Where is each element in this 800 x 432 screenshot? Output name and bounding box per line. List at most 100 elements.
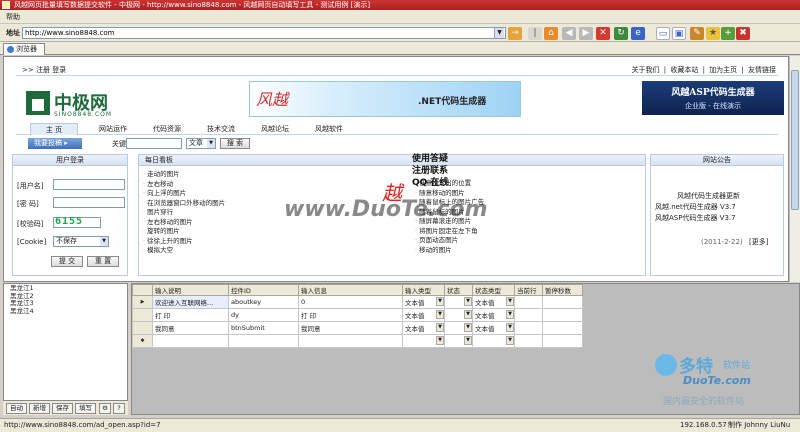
list-item[interactable]: 左右移动的图片 (143, 218, 225, 228)
col-desc[interactable]: 输入说明 (152, 284, 229, 296)
password-input[interactable] (53, 197, 125, 208)
list-item[interactable]: 移动的图片 (415, 246, 484, 256)
address-input[interactable] (22, 27, 506, 39)
ie-icon[interactable]: e (631, 27, 645, 40)
cell[interactable] (514, 321, 543, 335)
table-row[interactable]: 打 印 dy 打 印 文本值 ▼ ▼ 文本值 ▼ (132, 308, 583, 322)
cell[interactable]: 打 印 (152, 308, 229, 322)
list-item[interactable]: 左右移动 (143, 180, 225, 190)
nav-tech[interactable]: 技术交流 (194, 123, 248, 135)
cell-select[interactable]: ▼ (402, 334, 445, 348)
menu-help[interactable]: 帮助 (6, 13, 20, 21)
cell[interactable] (514, 308, 543, 322)
cookie-select[interactable]: 不保存 ▼ (53, 236, 109, 247)
cell[interactable] (514, 295, 543, 309)
cell[interactable]: dy (228, 308, 299, 322)
link-friends[interactable]: 友情链接 (748, 66, 776, 74)
nav-code[interactable]: 代码资源 (140, 123, 194, 135)
save-button[interactable]: 保存 (52, 403, 73, 414)
stop-icon[interactable]: ✕ (596, 27, 610, 40)
search-button[interactable]: 搜 索 (220, 138, 250, 149)
list-item[interactable]: 在浏览器窗口外移动的图片 (143, 199, 225, 209)
tools-icon[interactable]: ✎ (690, 27, 704, 40)
col-pause[interactable]: 暂停秒数 (542, 284, 583, 296)
address-dropdown-icon[interactable]: ▼ (494, 28, 504, 38)
list-item[interactable]: 模拟大空 (143, 246, 225, 256)
cell[interactable]: aboutkey (228, 295, 299, 309)
cell-select[interactable]: ▼ (444, 295, 473, 309)
tree-item[interactable]: 黑龙江4 (10, 307, 34, 316)
tab-browser[interactable]: 浏览器 (3, 43, 45, 55)
cell-select[interactable]: ▼ (444, 321, 473, 335)
notice-more-link[interactable]: [更多] (749, 237, 768, 248)
cell-select[interactable]: 文本值 ▼ (472, 308, 515, 322)
window-icon[interactable]: ▭ (656, 27, 670, 40)
col-current-row[interactable]: 当前行 (514, 284, 543, 296)
cell-select[interactable]: 文本值 ▼ (472, 321, 515, 335)
nav-forum[interactable]: 风越论坛 (248, 123, 302, 135)
list-item[interactable]: 向上浮的图片 (143, 189, 225, 199)
promo-floating[interactable]: 使用答疑 注册联系 QQ 在线 (412, 153, 448, 189)
list-item[interactable]: 图片穿行 (143, 208, 225, 218)
go-icon[interactable]: → (508, 27, 522, 40)
nav-operation[interactable]: 网站运作 (86, 123, 140, 135)
search-type-select[interactable]: 文章 ▼ (186, 138, 216, 149)
auto-button[interactable]: 自动 (6, 403, 27, 414)
notice-line-2[interactable]: 风越ASP代码生成器 V3.7 (655, 213, 736, 224)
nav-software[interactable]: 风越软件 (302, 123, 356, 135)
forward-icon[interactable]: ▶ (579, 27, 593, 40)
cell-select[interactable]: ▼ (444, 334, 473, 348)
register-login-links[interactable]: >> 注册 登录 (22, 65, 66, 75)
cell[interactable]: 我同意 (298, 321, 403, 335)
favorites-icon[interactable]: ★ (706, 27, 720, 40)
login-reset-button[interactable]: 重 置 (87, 256, 119, 267)
cell[interactable]: 打 印 (298, 308, 403, 322)
fill-button[interactable]: 填写 (75, 403, 96, 414)
cell[interactable] (514, 334, 543, 348)
settings-icon[interactable]: ⚙ (99, 403, 111, 414)
table-row-new[interactable]: ✱ ▼ ▼ ▼ (132, 334, 583, 348)
col-state[interactable]: 状态 (444, 284, 473, 296)
cell[interactable]: 欢迎进入互联网络... (152, 295, 229, 309)
notice-title[interactable]: 风越代码生成器更新 (677, 191, 740, 202)
table-row[interactable]: ▶ 欢迎进入互联网络... aboutkey 0 文本值 ▼ ▼ 文本值 ▼ (132, 295, 583, 309)
back-icon[interactable]: ◀ (562, 27, 576, 40)
cell[interactable] (542, 321, 583, 335)
cell-select[interactable]: 文本值 ▼ (402, 321, 445, 335)
login-submit-button[interactable]: 提 交 (51, 256, 83, 267)
col-input-info[interactable]: 输入信息 (298, 284, 403, 296)
help-icon[interactable]: ? (113, 403, 125, 414)
cell[interactable]: 0 (298, 295, 403, 309)
cell[interactable]: 我同意 (152, 321, 229, 335)
cell-select[interactable]: 文本值 ▼ (472, 295, 515, 309)
cell[interactable] (298, 334, 403, 348)
cell[interactable]: btnSubmit (228, 321, 299, 335)
banner-net-generator[interactable]: 风越 .NET代码生成器 (249, 81, 521, 117)
cell[interactable] (542, 295, 583, 309)
banner-asp-generator[interactable]: 风越ASP代码生成器 企业版 - 在线演示 (642, 81, 784, 115)
list-item[interactable]: 走动的图片 (143, 170, 225, 180)
cell-select[interactable]: ▼ (444, 308, 473, 322)
table-row[interactable]: 我同意 btnSubmit 我同意 文本值 ▼ ▼ 文本值 ▼ (132, 321, 583, 335)
home-icon[interactable]: ⌂ (544, 27, 558, 40)
submit-article-dropdown[interactable]: 我要投稿 ▸ (28, 138, 82, 149)
username-input[interactable] (53, 179, 125, 190)
add-favorite-icon[interactable]: + (721, 27, 735, 40)
list-item[interactable]: 将图片固定在左下角 (415, 227, 484, 237)
list-item[interactable]: 徐徐上升的图片 (143, 237, 225, 247)
cell-select[interactable]: 文本值 ▼ (402, 295, 445, 309)
notice-line-1[interactable]: 风越.net代码生成器 V3.7 (655, 202, 736, 213)
link-homepage[interactable]: 加为主页 (709, 66, 737, 74)
windows-icon[interactable]: ▣ (672, 27, 686, 40)
keyword-input[interactable] (126, 138, 182, 149)
col-input-type[interactable]: 输入类型 (402, 284, 445, 296)
col-state-type[interactable]: 状态类型 (472, 284, 515, 296)
nav-home[interactable]: 主 页 (30, 123, 78, 135)
cell[interactable] (152, 334, 229, 348)
add-button[interactable]: 新增 (29, 403, 50, 414)
list-item[interactable]: 旋转的图片 (143, 227, 225, 237)
cell-select[interactable]: ▼ (472, 334, 515, 348)
cell[interactable] (542, 334, 583, 348)
link-bookmark[interactable]: 收藏本站 (670, 66, 698, 74)
close-icon[interactable]: ✖ (736, 27, 750, 40)
